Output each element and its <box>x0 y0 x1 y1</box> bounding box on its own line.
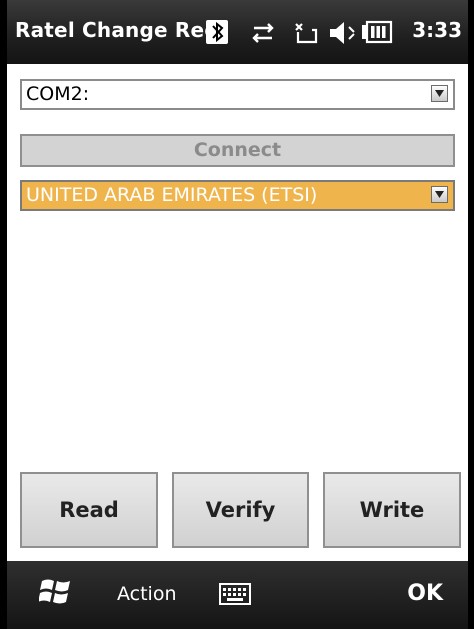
volume-muted-icon[interactable] <box>330 22 355 44</box>
region-select[interactable]: UNITED ARAB EMIRATES (ETSI) <box>20 180 455 211</box>
write-button[interactable]: Write <box>323 472 461 548</box>
windows-start-icon[interactable] <box>39 575 73 609</box>
battery-icon[interactable] <box>362 20 393 44</box>
connect-button[interactable]: Connect <box>20 134 455 167</box>
connectivity-icon[interactable] <box>252 23 274 43</box>
ok-softkey[interactable]: OK <box>407 581 443 606</box>
port-select[interactable]: COM2: <box>20 79 455 110</box>
window-title[interactable]: Ratel Change Regi <box>15 18 226 42</box>
region-select-value: UNITED ARAB EMIRATES (ETSI) <box>26 184 318 206</box>
screen: Ratel Change Regi 3:33 COM2: Connect UNI… <box>7 0 468 629</box>
port-select-value: COM2: <box>26 83 90 105</box>
chevron-down-icon[interactable] <box>431 186 448 203</box>
action-softkey[interactable]: Action <box>117 583 177 605</box>
call-icon[interactable] <box>295 23 318 44</box>
clock[interactable]: 3:33 <box>412 18 462 42</box>
verify-button[interactable]: Verify <box>172 472 309 548</box>
chevron-down-icon[interactable] <box>431 85 448 102</box>
read-button[interactable]: Read <box>20 472 158 548</box>
bottom-bar: Action OK <box>7 561 468 629</box>
status-bar: Ratel Change Regi 3:33 <box>7 0 468 64</box>
device-frame: Ratel Change Regi 3:33 COM2: Connect UNI… <box>0 0 474 629</box>
bluetooth-icon[interactable] <box>206 20 228 44</box>
keyboard-icon[interactable] <box>219 583 251 605</box>
